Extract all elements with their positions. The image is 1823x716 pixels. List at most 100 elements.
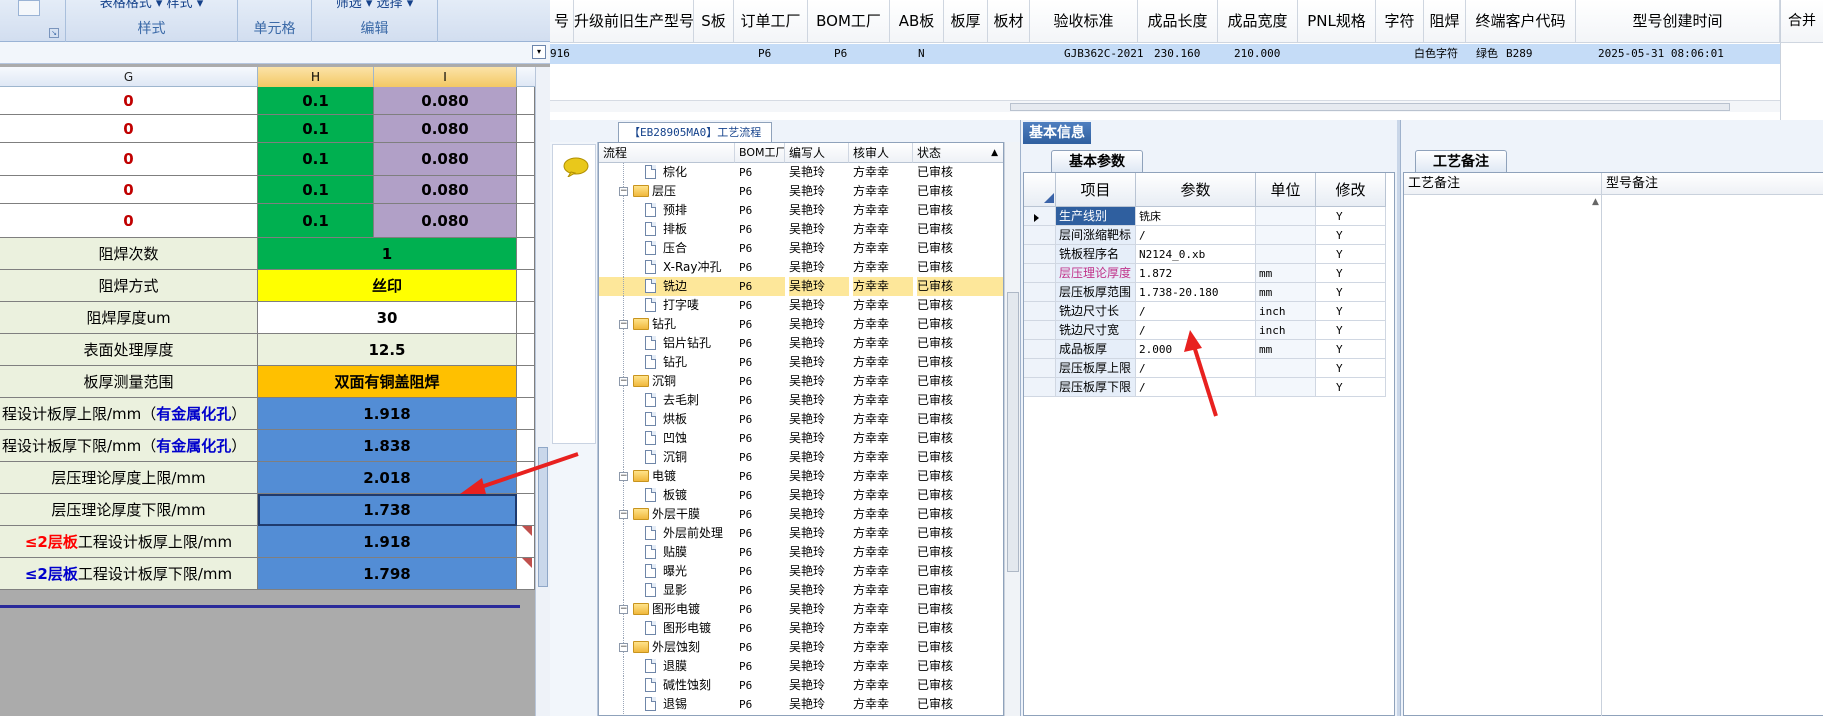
process-reviewer-cell[interactable]: 方幸幸 bbox=[853, 638, 913, 657]
process-bom-cell[interactable]: P6 bbox=[739, 372, 785, 391]
row-indicator[interactable] bbox=[1024, 302, 1056, 321]
process-bom-cell[interactable]: P6 bbox=[739, 182, 785, 201]
process-row[interactable]: 图形电镀 P6 吴艳玲 方幸幸 已审核 bbox=[599, 619, 1003, 638]
ribbon-small-button[interactable] bbox=[18, 0, 40, 16]
process-status-cell[interactable]: 已审核 bbox=[917, 600, 1003, 619]
merged-value-cell[interactable]: 丝印 bbox=[258, 270, 517, 302]
process-status-cell[interactable]: 已审核 bbox=[917, 429, 1003, 448]
cell-j[interactable] bbox=[517, 238, 535, 270]
process-status-cell[interactable]: 已审核 bbox=[917, 676, 1003, 695]
cell-j[interactable] bbox=[517, 176, 535, 204]
process-bom-cell[interactable]: P6 bbox=[739, 543, 785, 562]
process-reviewer-cell[interactable]: 方幸幸 bbox=[853, 372, 913, 391]
process-name-cell[interactable]: − 沉铜 bbox=[599, 372, 744, 391]
row-header-corner[interactable] bbox=[1024, 173, 1056, 207]
process-name-cell[interactable]: 贴膜 bbox=[599, 543, 744, 562]
process-reviewer-cell[interactable]: 方幸幸 bbox=[853, 562, 913, 581]
process-bom-cell[interactable]: P6 bbox=[739, 315, 785, 334]
tab-process-remark[interactable]: 工艺备注 bbox=[1415, 150, 1507, 172]
process-row[interactable]: − 电镀 P6 吴艳玲 方幸幸 已审核 bbox=[599, 467, 1003, 486]
process-status-cell[interactable]: 已审核 bbox=[917, 638, 1003, 657]
order-col-header[interactable]: 板材 bbox=[988, 0, 1030, 43]
process-status-cell[interactable]: 已审核 bbox=[917, 296, 1003, 315]
process-writer-cell[interactable]: 吴艳玲 bbox=[789, 353, 849, 372]
info-mod-cell[interactable]: Y bbox=[1316, 226, 1386, 245]
process-row[interactable]: 沉铜 P6 吴艳玲 方幸幸 已审核 bbox=[599, 448, 1003, 467]
cell-j[interactable] bbox=[517, 270, 535, 302]
process-col-header[interactable]: 流程 bbox=[599, 143, 735, 163]
info-mod-cell[interactable]: Y bbox=[1316, 359, 1386, 378]
process-status-cell[interactable]: 已审核 bbox=[917, 163, 1003, 182]
info-row[interactable]: 层压板厚上限 / Y bbox=[1024, 359, 1396, 378]
process-bom-cell[interactable]: P6 bbox=[739, 353, 785, 372]
ribbon-launcher-icon[interactable]: ↘ bbox=[49, 28, 59, 38]
process-status-cell[interactable]: 已审核 bbox=[917, 467, 1003, 486]
process-row[interactable]: 退膜 P6 吴艳玲 方幸幸 已审核 bbox=[599, 657, 1003, 676]
row-label[interactable]: 层压理论厚度下限/mm bbox=[0, 494, 258, 526]
cell-j[interactable] bbox=[517, 558, 535, 590]
order-col-header[interactable]: 号 bbox=[550, 0, 574, 43]
cell-h[interactable]: 0.1 bbox=[258, 176, 374, 204]
process-row[interactable]: − 沉铜 P6 吴艳玲 方幸幸 已审核 bbox=[599, 372, 1003, 391]
process-reviewer-cell[interactable]: 方幸幸 bbox=[853, 201, 913, 220]
info-item-cell[interactable]: 层压板厚下限 bbox=[1056, 378, 1136, 397]
process-col-header[interactable]: 编写人 bbox=[785, 143, 849, 163]
order-col-header[interactable]: 字符 bbox=[1376, 0, 1424, 43]
process-name-cell[interactable]: 显影 bbox=[599, 581, 744, 600]
process-name-cell[interactable]: 退膜 bbox=[599, 657, 744, 676]
process-name-cell[interactable]: 板镀 bbox=[599, 486, 744, 505]
row-label[interactable]: 层压理论厚度上限/mm bbox=[0, 462, 258, 494]
process-vertical-scrollbar[interactable] bbox=[1004, 142, 1020, 716]
sort-up-icon[interactable]: ▲ bbox=[991, 143, 998, 162]
process-writer-cell[interactable]: 吴艳玲 bbox=[789, 239, 849, 258]
cell-j[interactable] bbox=[517, 462, 535, 494]
cell-i[interactable]: 0.080 bbox=[374, 143, 517, 176]
process-name-cell[interactable]: 钻孔 bbox=[599, 353, 744, 372]
process-writer-cell[interactable]: 吴艳玲 bbox=[789, 638, 849, 657]
process-reviewer-cell[interactable]: 方幸幸 bbox=[853, 676, 913, 695]
process-col-header[interactable]: BOM工厂 bbox=[735, 143, 785, 163]
info-unit-cell[interactable] bbox=[1256, 378, 1316, 397]
process-reviewer-cell[interactable]: 方幸幸 bbox=[853, 543, 913, 562]
process-row[interactable]: 外层前处理 P6 吴艳玲 方幸幸 已审核 bbox=[599, 524, 1003, 543]
process-writer-cell[interactable]: 吴艳玲 bbox=[789, 258, 849, 277]
process-name-cell[interactable]: 打字唛 bbox=[599, 296, 744, 315]
process-status-cell[interactable]: 已审核 bbox=[917, 505, 1003, 524]
process-bom-cell[interactable]: P6 bbox=[739, 524, 785, 543]
process-reviewer-cell[interactable]: 方幸幸 bbox=[853, 296, 913, 315]
merged-value-cell[interactable]: 30 bbox=[258, 302, 517, 334]
process-bom-cell[interactable]: P6 bbox=[739, 562, 785, 581]
info-param-cell[interactable]: / bbox=[1136, 378, 1256, 397]
process-writer-cell[interactable]: 吴艳玲 bbox=[789, 581, 849, 600]
process-reviewer-cell[interactable]: 方幸幸 bbox=[853, 486, 913, 505]
scrollbar-thumb[interactable] bbox=[538, 447, 548, 587]
order-cell[interactable]: GJB362C-2021 bbox=[1064, 44, 1164, 64]
info-mod-cell[interactable]: Y bbox=[1316, 340, 1386, 359]
process-row[interactable]: 排板 P6 吴艳玲 方幸幸 已审核 bbox=[599, 220, 1003, 239]
process-writer-cell[interactable]: 吴艳玲 bbox=[789, 277, 849, 296]
process-writer-cell[interactable]: 吴艳玲 bbox=[789, 334, 849, 353]
remark-col-header[interactable]: 工艺备注 bbox=[1404, 173, 1601, 195]
merged-value-cell[interactable]: 1.798 bbox=[258, 558, 517, 590]
chevron-down-icon[interactable]: ▾ bbox=[532, 45, 546, 59]
process-writer-cell[interactable]: 吴艳玲 bbox=[789, 429, 849, 448]
process-reviewer-cell[interactable]: 方幸幸 bbox=[853, 315, 913, 334]
process-writer-cell[interactable]: 吴艳玲 bbox=[789, 372, 849, 391]
cell-j[interactable] bbox=[517, 87, 535, 115]
row-indicator[interactable] bbox=[1024, 245, 1056, 264]
cell-i[interactable]: 0.080 bbox=[374, 115, 517, 143]
cell-j[interactable] bbox=[517, 115, 535, 143]
merged-value-cell[interactable]: 12.5 bbox=[258, 334, 517, 366]
process-writer-cell[interactable]: 吴艳玲 bbox=[789, 524, 849, 543]
info-col-header[interactable]: 参数 bbox=[1136, 173, 1256, 207]
process-reviewer-cell[interactable]: 方幸幸 bbox=[853, 695, 913, 714]
process-name-cell[interactable]: − 图形电镀 bbox=[599, 600, 744, 619]
process-bom-cell[interactable]: P6 bbox=[739, 619, 785, 638]
process-status-cell[interactable]: 已审核 bbox=[917, 258, 1003, 277]
process-row[interactable]: X-Ray冲孔 P6 吴艳玲 方幸幸 已审核 bbox=[599, 258, 1003, 277]
process-row[interactable]: 贴膜 P6 吴艳玲 方幸幸 已审核 bbox=[599, 543, 1003, 562]
cell-g[interactable]: 0 bbox=[0, 204, 258, 238]
info-row[interactable]: 生产线别 铣床 Y bbox=[1024, 207, 1396, 226]
row-indicator[interactable] bbox=[1024, 283, 1056, 302]
process-name-cell[interactable]: − 电镀 bbox=[599, 467, 744, 486]
